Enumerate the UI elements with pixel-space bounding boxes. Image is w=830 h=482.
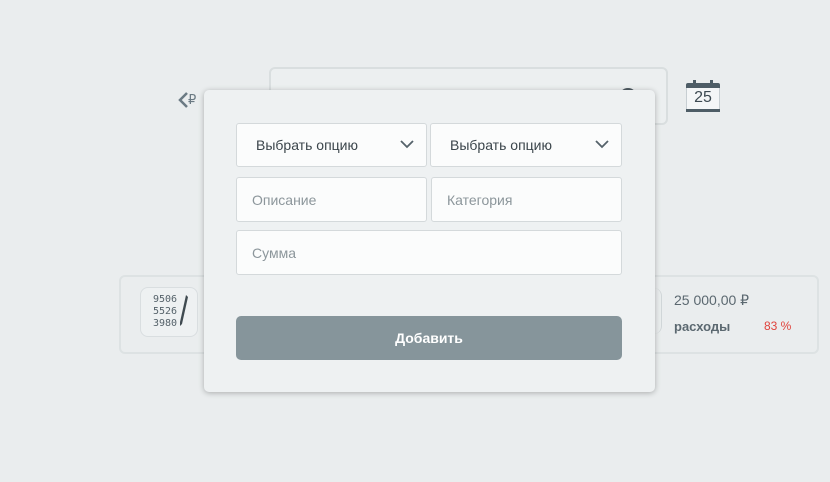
sum-placeholder: Сумма: [252, 244, 296, 261]
chevron-down-icon: [400, 140, 414, 149]
category-input[interactable]: Категория: [431, 177, 622, 222]
chevron-down-icon: [595, 140, 609, 149]
pen-icon: [180, 295, 188, 326]
currency-symbol: ₽: [188, 92, 197, 107]
expenses-label: расходы: [674, 319, 731, 334]
select-2-value: Выбрать опцию: [450, 137, 552, 153]
back-button[interactable]: ₽: [178, 89, 202, 111]
percent-value: 83 %: [764, 319, 792, 333]
calendar-day: 25: [694, 89, 712, 106]
amount-value: 25 000,00 ₽: [674, 292, 750, 308]
description-input[interactable]: Описание: [236, 177, 427, 222]
option-select-1[interactable]: Выбрать опцию: [236, 123, 427, 167]
option-select-2[interactable]: Выбрать опцию: [430, 123, 622, 167]
add-transaction-modal: Выбрать опцию Выбрать опцию Описание Кат…: [204, 90, 655, 392]
calendar-icon[interactable]: 25: [686, 80, 720, 112]
select-1-value: Выбрать опцию: [256, 137, 358, 153]
add-button[interactable]: Добавить: [236, 316, 622, 360]
counter-icon: 9506 5526 3980: [140, 287, 198, 337]
category-placeholder: Категория: [447, 191, 513, 208]
sum-input[interactable]: Сумма: [236, 230, 622, 275]
description-placeholder: Описание: [252, 191, 317, 208]
